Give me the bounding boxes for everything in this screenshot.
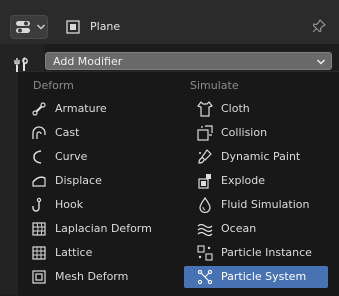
menu-item-dynamic-paint[interactable]: Dynamic Paint [184,146,328,168]
menu-item-label: Collision [221,126,268,139]
add-modifier-menu: Deform Simulate Armature Cast Curve Disp… [18,71,339,296]
menu-item-curve[interactable]: Curve [18,146,162,168]
menu-item-explode[interactable]: Explode [184,170,328,192]
pin-icon[interactable] [312,19,326,33]
explode-icon [197,173,213,189]
editor-type-button[interactable] [10,15,48,39]
menu-item-label: Particle System [221,270,307,283]
menu-item-collision[interactable]: Collision [184,122,328,144]
cloth-icon [197,101,213,117]
lattice-icon [31,245,47,261]
menu-item-label: Cast [55,126,80,139]
menu-item-fluid-simulation[interactable]: Fluid Simulation [184,194,328,216]
menu-item-label: Displace [55,174,102,187]
menu-item-label: Cloth [221,102,250,115]
menu-item-cloth[interactable]: Cloth [184,98,328,120]
deform-heading: Deform [33,79,74,92]
ocean-wave-icon [197,221,213,237]
cast-icon [31,125,47,141]
menu-item-label: Curve [55,150,88,163]
object-name: Plane [90,20,121,33]
particle-instance-icon [197,245,213,261]
chevron-down-icon [316,57,326,67]
simulate-heading: Simulate [190,79,239,92]
collision-icon [197,125,213,141]
chevron-down-icon [36,22,46,32]
dynamic-paint-icon [197,149,213,165]
menu-item-mesh-deform[interactable]: Mesh Deform [18,266,162,288]
menu-item-cast[interactable]: Cast [18,122,162,144]
menu-item-laplacian-deform[interactable]: Laplacian Deform [18,218,162,240]
properties-editor-icon [15,19,31,35]
curve-icon [31,149,47,165]
menu-item-armature[interactable]: Armature [18,98,162,120]
menu-item-ocean[interactable]: Ocean [184,218,328,240]
fluid-drop-icon [197,197,213,213]
menu-item-label: Mesh Deform [55,270,129,283]
mesh-object-icon [65,19,81,35]
menu-item-label: Hook [55,198,84,211]
add-modifier-dropdown[interactable]: Add Modifier [45,52,332,70]
hook-icon [31,197,47,213]
menu-item-particle-instance[interactable]: Particle Instance [184,242,328,264]
menu-item-label: Particle Instance [221,246,312,259]
menu-item-label: Laplacian Deform [55,222,152,235]
particle-system-icon [197,269,213,285]
menu-item-label: Ocean [221,222,257,235]
displace-icon [31,173,47,189]
menu-item-displace[interactable]: Displace [18,170,162,192]
object-name-field[interactable]: Plane [58,15,308,39]
menu-item-label: Fluid Simulation [221,198,310,211]
laplacian-deform-icon [31,221,47,237]
menu-item-label: Lattice [55,246,93,259]
menu-item-particle-system[interactable]: Particle System [184,266,328,288]
properties-header: Plane [0,0,339,44]
menu-item-label: Explode [221,174,265,187]
menu-item-label: Armature [55,102,107,115]
armature-icon [31,101,47,117]
add-modifier-label: Add Modifier [53,55,123,68]
menu-item-label: Dynamic Paint [221,150,301,163]
mesh-deform-icon [31,269,47,285]
menu-item-lattice[interactable]: Lattice [18,242,162,264]
menu-item-hook[interactable]: Hook [18,194,162,216]
